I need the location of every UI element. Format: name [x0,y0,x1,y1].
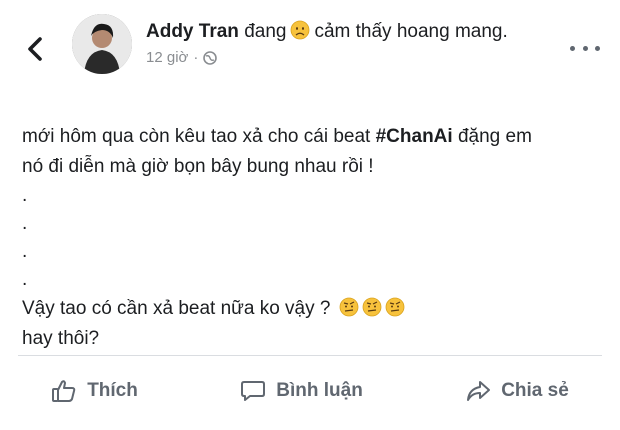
comment-label: Bình luận [276,380,363,401]
post-dot-line: . [22,241,28,262]
share-label: Chia sẻ [501,380,569,401]
more-options-button[interactable] [570,40,600,56]
post-line-3: Vậy tao có cần xả beat nữa ko vậy ? [22,294,602,324]
meta-separator: · [193,49,199,66]
raised-eyebrow-emoji-icon [385,297,405,317]
action-bar: Thích Bình luận Chia sẻ [0,366,620,416]
feeling-prefix: đang [244,21,287,42]
post-time[interactable]: 12 giờ [146,49,188,66]
more-dot [595,45,600,51]
post-header: Addy Tran đang cảm thấy hoang mang. 12 g… [146,18,546,66]
share-arrow-icon [467,381,491,401]
post-dot-line: . [22,269,28,290]
post-text: mới hôm qua còn kêu tao xả cho cái beat [22,126,376,147]
worried-emoji-icon [291,20,310,40]
like-label: Thích [87,380,138,401]
chevron-left-icon [28,37,42,61]
raised-eyebrow-emoji-icon [339,297,359,317]
like-button[interactable]: Thích [51,378,138,404]
divider [18,355,602,356]
avatar[interactable] [72,14,132,74]
feeling-text: cảm thấy hoang mang. [314,21,508,42]
avatar-image [72,14,132,74]
post-dot-line: . [22,213,28,234]
back-button[interactable] [18,32,52,66]
thumbs-up-icon [52,380,76,402]
post-text: đặng em [452,126,532,147]
hashtag-link[interactable]: #ChanAi [376,126,453,147]
share-button[interactable]: Chia sẻ [465,378,569,404]
comment-bubble-icon [241,381,266,401]
post-text: Vậy tao có cần xả beat nữa ko vậy ? [22,298,331,319]
more-dot [582,45,588,51]
post-meta: 12 giờ · [146,49,546,66]
post-line-4: hay thôi? [22,328,100,349]
post-dot-line: . [22,185,28,206]
globe-icon [203,50,218,65]
post-line-2: nó đi diễn mà giờ bọn bây bung nhau rồi … [22,156,374,177]
post-body: mới hôm qua còn kêu tao xả cho cái beat … [22,122,602,354]
post-line-1: mới hôm qua còn kêu tao xả cho cái beat … [22,122,602,152]
raised-eyebrow-emoji-icon [362,297,382,317]
comment-button[interactable]: Bình luận [240,378,363,404]
more-dot [570,45,575,51]
author-name[interactable]: Addy Tran [146,21,239,42]
